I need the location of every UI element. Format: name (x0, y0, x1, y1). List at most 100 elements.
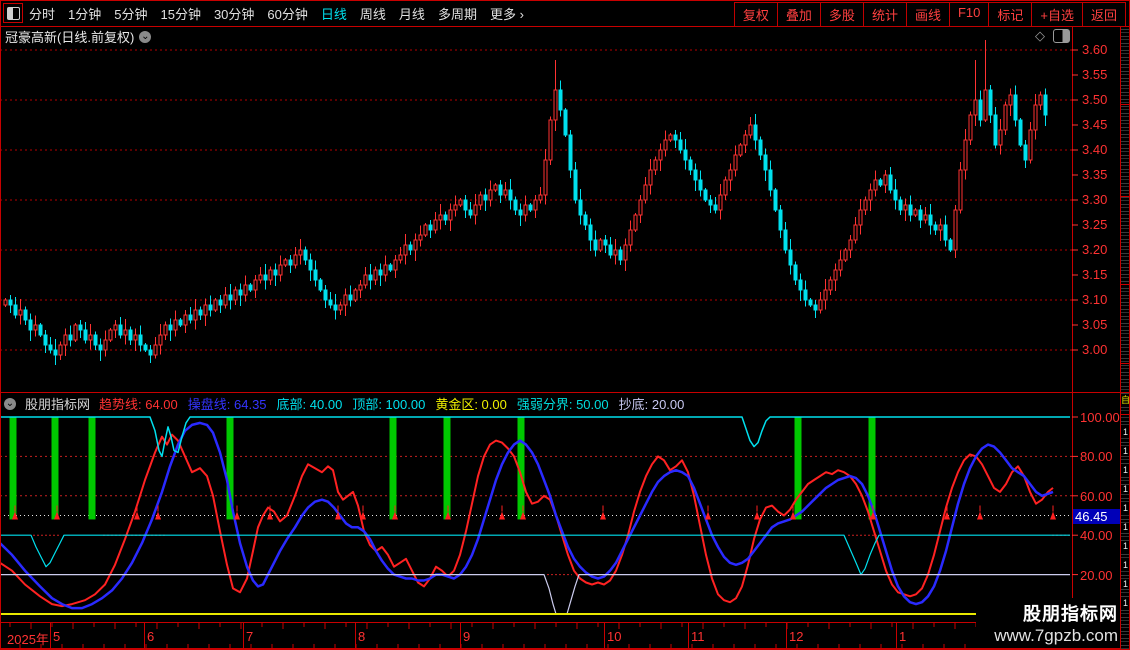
signal-bar (795, 417, 802, 519)
right-tab-strip[interactable]: 自 1 1 1 1 1 1 1 1 1 1 (1120, 1, 1130, 649)
strip-digit: 1 (1121, 580, 1130, 589)
signal-bar (89, 417, 96, 519)
price-axis-label: 3.45 (1082, 117, 1107, 132)
period-tab-15分钟[interactable]: 15分钟 (160, 4, 200, 23)
strip-tab-char[interactable]: 自 (1121, 396, 1130, 405)
watermark-url: www.7gpzb.com (994, 626, 1118, 646)
diamond-icon[interactable]: ◇ (1035, 28, 1045, 44)
indicator-param-趋势线: 趋势线: 64.00 (99, 394, 178, 413)
stock-title-label: 冠豪高新(日线.前复权) (5, 27, 134, 46)
price-axis-label: 3.40 (1082, 142, 1107, 157)
indicator-chevron-icon[interactable]: ⌄ (4, 398, 16, 410)
period-tab-分时[interactable]: 分时 (29, 4, 55, 23)
watermark-site-name: 股朋指标网 (994, 600, 1118, 626)
indicator-axis-label: 60.00 (1080, 489, 1113, 504)
price-axis-label: 3.55 (1082, 67, 1107, 82)
buy-mark-icon (1050, 512, 1056, 520)
period-menu: 分时 1分钟 5分钟 15分钟 30分钟 60分钟日线周线月线多周期更多 › (29, 4, 524, 23)
indicator-params: 趋势线: 64.00 操盘线: 64.35 底部: 40.00 顶部: 100.00 黄… (99, 394, 684, 413)
indicator-value-badge: 46.45 (1073, 509, 1121, 524)
month-label: 10 (607, 629, 621, 644)
indicator-line-底部 (0, 535, 1070, 574)
indicator-param-操盘线: 操盘线: 64.35 (188, 394, 267, 413)
indicator-header: ⌄ 股朋指标网 趋势线: 64.00 操盘线: 64.35 底部: 40.00 顶部:… (4, 394, 684, 413)
toolbar-button-叠加[interactable]: 叠加 (777, 2, 821, 27)
watermark: 股朋指标网 www.7gpzb.com (976, 598, 1120, 648)
month-label: 1 (899, 629, 906, 644)
toolbar-buttons: 复权叠加多股统计画线F10标记+自选返回 (735, 2, 1126, 27)
buy-mark-icon (754, 512, 760, 520)
price-axis-label: 3.35 (1082, 167, 1107, 182)
candles (4, 40, 1047, 365)
panel-toggle-icon[interactable] (1053, 29, 1070, 43)
toolbar-button-复权[interactable]: 复权 (734, 2, 778, 27)
price-axis-label: 3.15 (1082, 267, 1107, 282)
strip-digit: 1 (1121, 466, 1130, 475)
toolbar-button-统计[interactable]: 统计 (863, 2, 907, 27)
strip-digit: 1 (1121, 447, 1130, 456)
period-tab-5分钟[interactable]: 5分钟 (114, 4, 147, 23)
strip-digit: 1 (1121, 504, 1130, 513)
indicator-param-底部: 底部: 40.00 (277, 394, 343, 413)
price-axis-label: 3.25 (1082, 217, 1107, 232)
toolbar-button-多股[interactable]: 多股 (820, 2, 864, 27)
price-axis-label: 3.30 (1082, 192, 1107, 207)
indicator-param-抄底: 抄底: 20.00 (619, 394, 685, 413)
period-tab-更多 ›[interactable]: 更多 › (490, 4, 524, 23)
stock-title[interactable]: 冠豪高新(日线.前复权) ⌄ (5, 27, 151, 46)
price-axis-label: 3.00 (1082, 342, 1107, 357)
indicator-axis-label: 80.00 (1080, 449, 1113, 464)
toolbar-button-画线[interactable]: 画线 (906, 2, 950, 27)
period-tab-月线[interactable]: 月线 (399, 4, 425, 23)
signal-bar (10, 417, 17, 519)
price-axis-label: 3.60 (1082, 42, 1107, 57)
indicator-param-强弱分界: 强弱分界: 50.00 (517, 394, 609, 413)
month-label: 8 (358, 629, 365, 644)
toolbar-button-返回[interactable]: 返回 (1082, 2, 1126, 27)
period-tab-60分钟[interactable]: 60分钟 (267, 4, 307, 23)
toolbar-button-+自选[interactable]: +自选 (1031, 2, 1083, 27)
month-label: 7 (246, 629, 253, 644)
price-axis-label: 3.20 (1082, 242, 1107, 257)
buy-mark-icon (977, 512, 983, 520)
period-tab-日线[interactable]: 日线 (321, 4, 347, 23)
layout-split-icon[interactable] (3, 3, 23, 23)
signal-bar (52, 417, 59, 519)
top-toolbar: 分时 1分钟 5分钟 15分钟 30分钟 60分钟日线周线月线多周期更多 › 复权叠加多股… (0, 0, 1130, 27)
indicator-param-黄金区: 黄金区: 0.00 (435, 394, 507, 413)
month-label: 5 (53, 629, 60, 644)
strip-digit: 1 (1121, 561, 1130, 570)
chart-canvas[interactable] (0, 0, 1130, 650)
period-tab-多周期[interactable]: 多周期 (438, 4, 477, 23)
indicator-line-抄底 (0, 575, 1070, 614)
strip-digit: 1 (1121, 523, 1130, 532)
app-window: 分时 1分钟 5分钟 15分钟 30分钟 60分钟日线周线月线多周期更多 › 复权叠加多股… (0, 0, 1130, 650)
month-label: 11 (691, 629, 705, 644)
strip-digit: 1 (1121, 542, 1130, 551)
toolbar-button-F10[interactable]: F10 (949, 2, 989, 27)
price-axis-label: 3.50 (1082, 92, 1107, 107)
month-label: 6 (147, 629, 154, 644)
strip-digit: 1 (1121, 599, 1130, 608)
strip-digit: 1 (1121, 428, 1130, 437)
indicator-axis-label: 40.00 (1080, 528, 1113, 543)
buy-mark-icon (705, 512, 711, 520)
signal-bar (444, 417, 451, 519)
period-tab-1分钟[interactable]: 1分钟 (68, 4, 101, 23)
period-tab-30分钟[interactable]: 30分钟 (214, 4, 254, 23)
indicator-axis-label: 20.00 (1080, 568, 1113, 583)
indicator-axis-label: 100.00 (1080, 410, 1120, 425)
toolbar-button-标记[interactable]: 标记 (988, 2, 1032, 27)
price-axis-label: 3.10 (1082, 292, 1107, 307)
period-tab-周线[interactable]: 周线 (360, 4, 386, 23)
year-label: 2025年 (7, 629, 49, 648)
chevron-down-icon[interactable]: ⌄ (139, 31, 151, 43)
month-label: 12 (789, 629, 803, 644)
indicator-source: 股朋指标网 (25, 394, 90, 413)
price-axis-label: 3.05 (1082, 317, 1107, 332)
indicator-param-顶部: 顶部: 100.00 (352, 394, 425, 413)
strip-digit: 1 (1121, 485, 1130, 494)
indicator-line-顶部 (0, 417, 1070, 456)
signal-bar (390, 417, 397, 519)
month-label: 9 (463, 629, 470, 644)
